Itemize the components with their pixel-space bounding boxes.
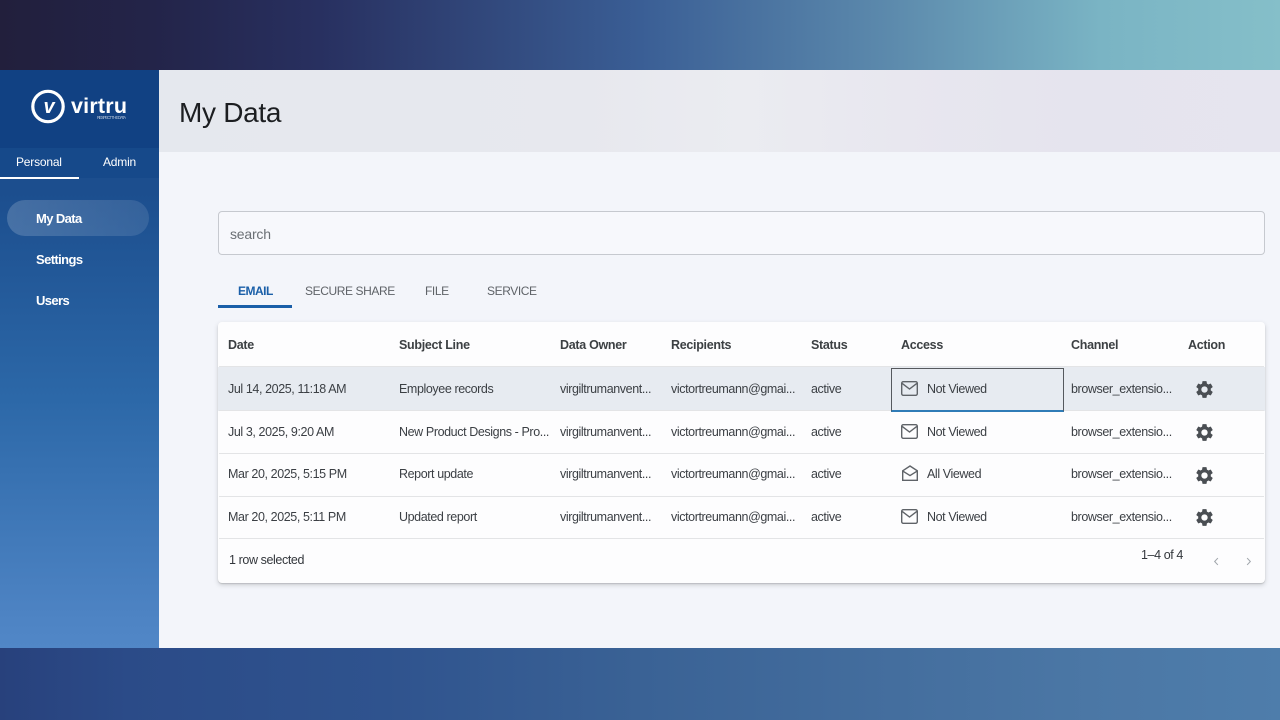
svg-text:RESPECT THE DATA: RESPECT THE DATA xyxy=(97,115,126,120)
svg-text:v: v xyxy=(44,96,57,118)
